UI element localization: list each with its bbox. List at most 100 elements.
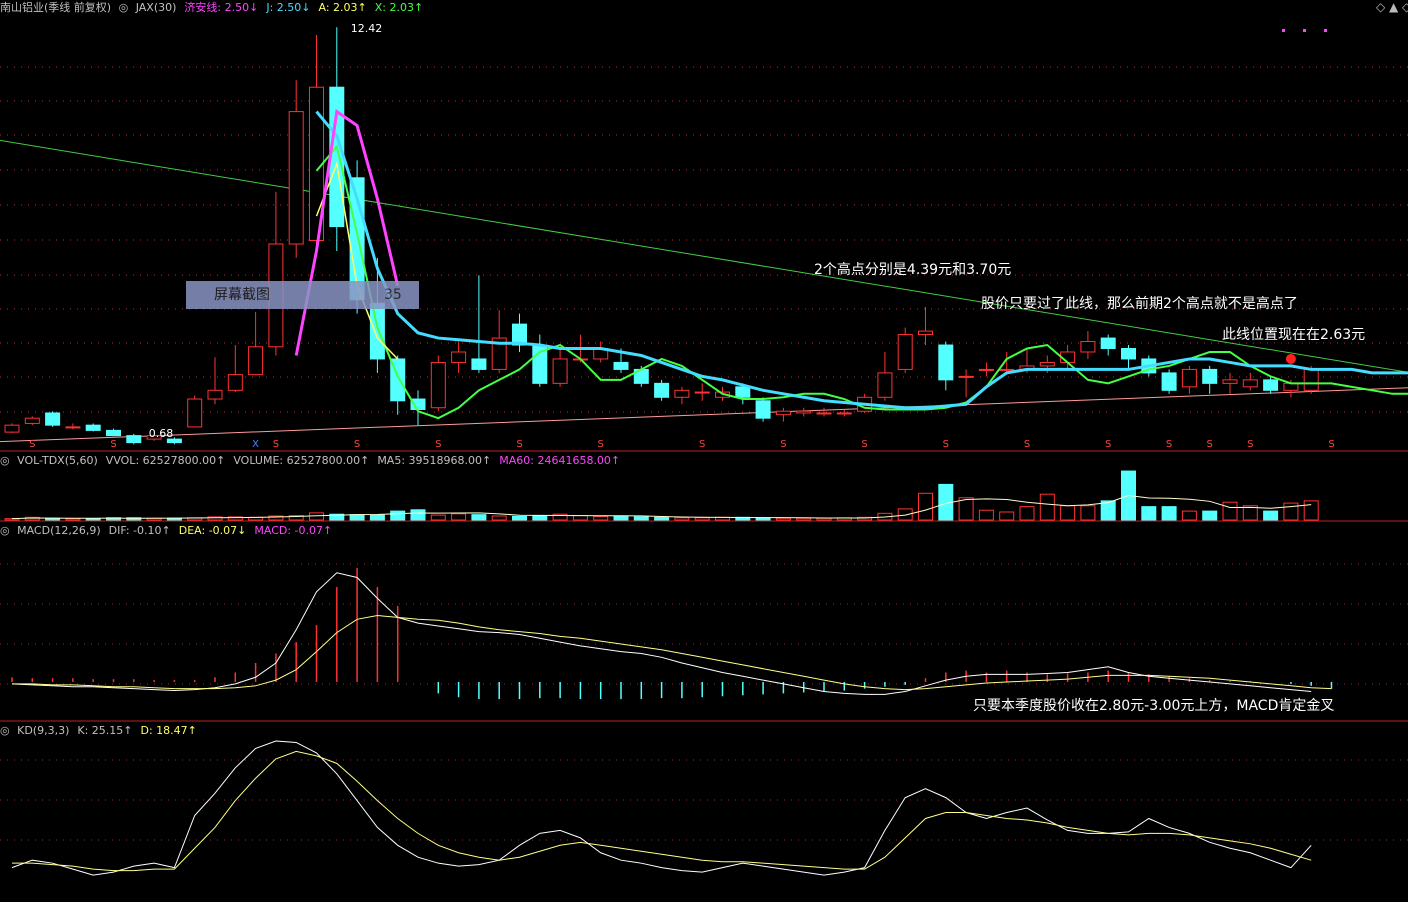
candle-body: [24, 417, 40, 424]
macd-header-item: MACD: -0.07↑: [254, 524, 333, 537]
candle-body: [1100, 337, 1116, 350]
vol-header: ◎ VOL-TDX(5,60) VVOL: 62527800.00↑ VOLUME:…: [0, 453, 1408, 468]
prev-icon[interactable]: ◇: [1376, 0, 1385, 14]
main-header-item: J: 2.50↓: [266, 1, 311, 14]
volume-bar: [1141, 506, 1157, 521]
candle-body: [796, 410, 812, 414]
s-marker: S: [1207, 439, 1213, 450]
next-icon[interactable]: ◇: [1402, 0, 1408, 14]
macd-header-item: DEA: -0.07↓: [178, 524, 247, 537]
candle-body: [1303, 368, 1319, 391]
candle-body: [775, 410, 791, 416]
s-marker: S: [354, 439, 360, 450]
volume-ma5-line: [11, 495, 1312, 520]
screenshot-overlay[interactable]: 屏幕截图 35: [186, 281, 419, 309]
volume-bar: [1202, 510, 1218, 521]
s-marker: S: [435, 439, 441, 450]
s-marker: S: [1247, 439, 1253, 450]
up-icon[interactable]: ▲: [1389, 0, 1398, 14]
candle-body: [1161, 372, 1177, 391]
volume-bar: [775, 517, 791, 521]
volume-bar: [1161, 506, 1177, 521]
dot-marker: [1324, 29, 1327, 32]
expand-icon[interactable]: ◎: [0, 724, 10, 737]
s-marker: S: [780, 439, 786, 450]
candle-body: [918, 330, 933, 336]
kd-header-item: K: 25.15↑: [77, 724, 133, 737]
volume-bar: [796, 517, 812, 521]
kd-header-item: KD(9,3,3): [17, 724, 70, 737]
volume-bar: [1100, 500, 1116, 521]
candle-body: [1222, 379, 1238, 384]
main-header-item: JAX(30): [135, 1, 177, 14]
main-header-item: 济安线: 2.50↓: [184, 1, 259, 14]
candle-body: [4, 424, 20, 433]
candle-body: [227, 374, 243, 391]
volume-bar: [532, 515, 548, 521]
candle-body: [978, 368, 994, 371]
volume-bar: [309, 512, 324, 521]
candle-body: [654, 382, 670, 398]
candle-body: [85, 424, 101, 431]
line-now-annotation: 此线位置现在在2.63元: [1222, 327, 1366, 343]
low-label: 0.68: [149, 427, 174, 440]
expand-icon[interactable]: ◎: [0, 454, 10, 467]
s-marker: S: [943, 439, 949, 450]
vol-header-item: VVOL: 62527800.00↑: [105, 454, 226, 467]
volume-bar: [572, 515, 588, 521]
dot-marker: [1282, 29, 1285, 32]
candle-body: [958, 375, 974, 378]
volume-bar: [958, 497, 974, 521]
volume-bar: [1263, 510, 1279, 521]
candle-body: [451, 351, 467, 363]
volume-bar: [430, 514, 446, 521]
volume-bar: [694, 517, 710, 521]
resistance-trendline: [0, 139, 1408, 373]
volume-bar: [897, 508, 913, 521]
s-marker: S: [1166, 439, 1172, 450]
kd-header-item: D: 18.47↑: [140, 724, 197, 737]
volume-bar: [633, 516, 649, 521]
volume-bar: [1060, 505, 1076, 521]
main-header: 南山铝业(季线 前复权) ◎ JAX(30) 济安线: 2.50↓ J: 2.50↓…: [0, 0, 1408, 15]
s-marker: S: [1024, 439, 1030, 450]
vol-header-item: MA60: 24641658.00↑: [499, 454, 621, 467]
dif-line: [11, 572, 1312, 695]
candle-body: [1283, 382, 1299, 391]
macd-annotation: 只要本季度股价收在2.80元-3.00元上方，MACD肯定金叉: [973, 698, 1335, 714]
volume-bar: [1303, 500, 1319, 521]
expand-icon[interactable]: ◎: [119, 1, 129, 14]
vol-header-item: VOLUME: 62527800.00↑: [233, 454, 370, 467]
volume-bar: [1080, 505, 1096, 521]
s-marker: S: [29, 439, 35, 450]
candle-body: [106, 429, 121, 437]
candle-body: [897, 334, 913, 370]
volume-bar: [390, 510, 406, 521]
volume-bar: [85, 518, 101, 521]
volume-bar: [999, 511, 1015, 521]
macd-header: ◎ MACD(12,26,9) DIF: -0.10↑ DEA: -0.07↓ MAC…: [0, 523, 1408, 538]
candle-body: [1121, 348, 1136, 360]
candle-body: [1080, 341, 1096, 353]
candle-body: [65, 426, 81, 429]
stock-chart[interactable]: 12.42 0.68 S S S S S S S S S S S S S S S S S X: [0, 0, 1408, 902]
candle-body: [45, 412, 61, 426]
candle-body: [187, 398, 203, 428]
volume-bar: [1283, 502, 1299, 521]
overlay-title: 屏幕截图: [214, 287, 270, 303]
volume-bar: [918, 492, 933, 521]
candle-body: [369, 302, 385, 360]
volume-bar: [1222, 501, 1238, 521]
volume-bar: [451, 513, 467, 521]
s-marker: S: [1105, 439, 1111, 450]
candle-body: [126, 435, 142, 444]
candle-body: [694, 391, 710, 394]
x-marker: X: [252, 439, 259, 450]
dot-marker: [1303, 29, 1306, 32]
d-line: [12, 750, 1312, 872]
candle-body: [613, 361, 629, 370]
volume-bar: [410, 509, 426, 521]
kd-header: ◎ KD(9,3,3) K: 25.15↑ D: 18.47↑: [0, 723, 1408, 738]
expand-icon[interactable]: ◎: [0, 524, 10, 537]
volume-bar: [1181, 510, 1197, 521]
